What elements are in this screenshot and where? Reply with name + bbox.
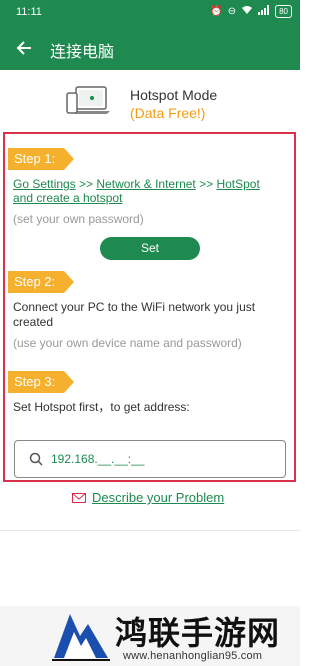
signal-icon <box>258 5 270 18</box>
network-internet-link[interactable]: Network & Internet <box>96 177 195 191</box>
step2-tag: Step 2: <box>8 271 74 293</box>
hotspot-hero: Hotspot Mode (Data Free!) <box>0 70 300 132</box>
divider <box>0 530 300 531</box>
step1-tag: Step 1: <box>8 148 74 170</box>
set-button[interactable]: Set <box>100 237 200 260</box>
step3-tag: Step 3: <box>8 371 74 393</box>
address-field[interactable]: 192.168.__.__:__ <box>14 440 286 478</box>
create-hotspot-link[interactable]: and create a hotspot <box>13 191 122 205</box>
watermark-logo <box>52 614 110 661</box>
step1-separator: >> <box>195 177 217 191</box>
watermark-title: 鸿联手游网 <box>115 614 281 652</box>
mail-icon <box>72 492 86 503</box>
watermark: 鸿联手游网 www.henanhonglian95.com <box>0 606 300 666</box>
battery-icon: 80 <box>275 5 292 18</box>
step3-text: Set Hotspot first，to get address: <box>13 400 190 414</box>
do-not-disturb-icon: ⊖ <box>227 6 237 17</box>
describe-problem-label: Describe your Problem <box>92 490 225 505</box>
app-bar: 连接电脑 <box>0 26 300 70</box>
step2-hint: (use your own device name and password) <box>13 336 242 350</box>
arrow-left-icon <box>16 41 31 55</box>
go-settings-link[interactable]: Go Settings <box>13 177 76 191</box>
step1-hint: (set your own password) <box>13 212 144 226</box>
mode-subtitle: (Data Free!) <box>130 105 206 121</box>
status-time: 11:11 <box>16 6 42 18</box>
mode-title: Hotspot Mode <box>130 87 218 103</box>
step2-text: Connect your PC to the WiFi network you … <box>13 300 256 329</box>
search-icon <box>29 452 43 466</box>
hotspot-link[interactable]: HotSpot <box>216 177 259 191</box>
address-value: 192.168.__.__:__ <box>51 452 145 466</box>
alarm-icon: ⏰ <box>210 6 223 17</box>
watermark-url: www.henanhonglian95.com <box>123 650 263 662</box>
status-bar: 11:11 ⏰ ⊖ 80 <box>0 0 300 26</box>
describe-problem-link[interactable]: Describe your Problem <box>72 490 224 505</box>
back-button[interactable] <box>10 34 38 62</box>
wifi-icon <box>241 5 253 18</box>
status-icons: ⏰ ⊖ 80 <box>210 5 292 18</box>
step1-instructions: Go Settings >> Network & Internet >> Hot… <box>13 177 291 205</box>
step1-separator: >> <box>75 177 97 191</box>
phone-laptop-icon <box>66 86 110 114</box>
page-title: 连接电脑 <box>50 44 115 61</box>
